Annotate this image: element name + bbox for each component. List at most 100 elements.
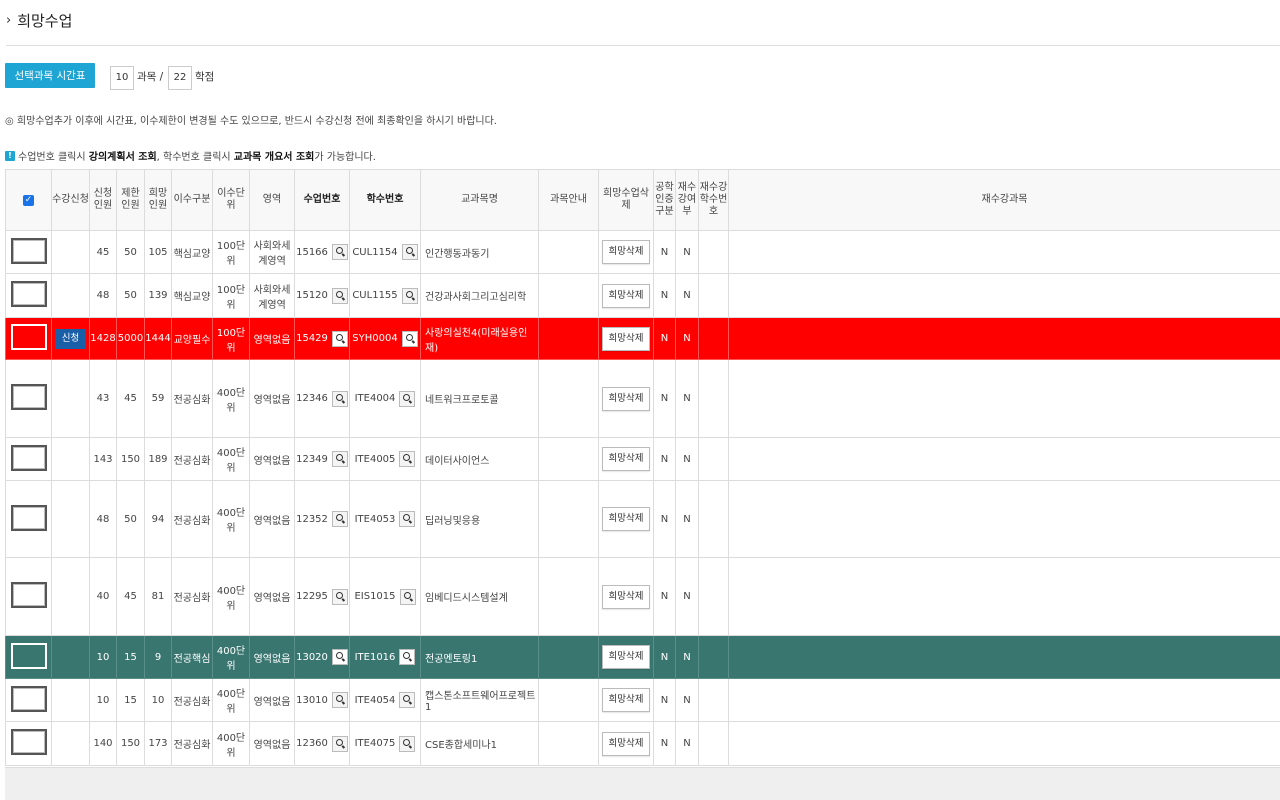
class-no-link[interactable]: 15120 [296,290,328,301]
search-icon[interactable] [401,330,418,347]
wish-delete-button[interactable]: 희망삭제 [601,240,651,264]
search-icon[interactable] [331,330,348,347]
search-icon[interactable] [331,244,348,260]
search-icon[interactable] [399,735,416,752]
header-retake-course: 재수강과목 [728,169,1280,231]
search-icon[interactable] [399,451,416,467]
header-limit: 제한인원 [116,169,145,231]
class-no-cell[interactable]: 12346 [294,359,350,438]
class-no-link[interactable]: 12295 [296,591,328,602]
course-no-link[interactable]: ITE4053 [355,514,396,525]
course-no-cell[interactable]: EIS1015 [349,557,421,636]
course-no-cell[interactable]: CUL1155 [349,273,421,318]
course-no-cell[interactable]: ITE4075 [349,721,421,766]
course-no-link[interactable]: SYH0004 [352,333,397,344]
wish-delete-button[interactable]: 희망삭제 [601,584,651,609]
retake-course-no [698,678,729,722]
course-no-link[interactable]: ITE4054 [355,695,396,706]
row-select-cell[interactable] [5,480,52,558]
search-icon[interactable] [331,511,348,527]
search-icon[interactable] [399,649,416,665]
row-checkbox[interactable] [10,384,47,410]
wish-delete-button[interactable]: 희망삭제 [601,507,651,531]
table-row: 10 15 9 전공핵심 400단위 영역없음 13020 ITE1016 전공멘토링1 희망삭제… [5,635,1280,679]
wish-delete-button[interactable]: 희망삭제 [601,447,651,471]
course-no-link[interactable]: ITE4004 [355,393,396,404]
row-select-cell[interactable] [5,230,52,274]
class-no-cell[interactable]: 12295 [294,557,350,636]
course-no-cell[interactable]: SYH0004 [349,317,421,360]
row-select-cell[interactable] [5,359,52,438]
class-no-cell[interactable]: 12349 [294,437,350,481]
course-no-cell[interactable]: ITE1016 [349,635,421,679]
class-no-link[interactable]: 12346 [296,393,328,404]
class-no-cell[interactable]: 15166 [294,230,350,274]
class-no-link[interactable]: 13020 [296,652,328,663]
wish-delete-button[interactable]: 희망삭제 [601,283,651,308]
class-no-link[interactable]: 12349 [296,454,328,465]
course-no-cell[interactable]: CUL1154 [349,230,421,274]
course-no-cell[interactable]: ITE4053 [349,480,421,558]
select-all-checkbox[interactable]: ✓ [5,169,52,231]
wish-delete-button[interactable]: 희망삭제 [601,688,651,712]
row-checkbox[interactable] [10,729,47,755]
wish-delete-button[interactable]: 희망삭제 [601,326,651,351]
class-no-link[interactable]: 15429 [296,333,328,344]
row-checkbox[interactable] [10,685,47,712]
timetable-button[interactable]: 선택과목 시간표보기 [5,63,95,107]
search-icon[interactable] [401,287,418,304]
wish-delete-cell: 희망삭제 [598,635,654,679]
course-no-cell[interactable]: ITE4054 [349,678,421,722]
class-no-cell[interactable]: 13020 [294,635,350,679]
row-checkbox[interactable] [10,642,47,669]
wish-delete-cell: 희망삭제 [598,273,654,318]
search-icon[interactable] [331,735,348,752]
row-checkbox[interactable] [10,504,47,531]
class-no-link[interactable]: 12360 [296,738,328,749]
row-select-cell[interactable] [5,437,52,481]
search-icon[interactable] [331,287,348,304]
class-no-cell[interactable]: 15120 [294,273,350,318]
wish-delete-button[interactable]: 희망삭제 [601,386,651,411]
course-no-link[interactable]: ITE4075 [355,738,396,749]
class-no-cell[interactable]: 13010 [294,678,350,722]
course-unit: 400단위 [212,721,250,766]
course-no-link[interactable]: ITE4005 [355,454,396,465]
search-icon[interactable] [331,390,348,407]
course-no-link[interactable]: CUL1154 [352,247,397,258]
class-no-link[interactable]: 15166 [296,247,328,258]
row-checkbox[interactable] [10,444,47,471]
row-select-cell[interactable] [5,317,52,360]
row-select-cell[interactable] [5,557,52,636]
row-checkbox[interactable] [10,582,47,608]
apply-button[interactable]: 신청 [54,328,87,349]
search-icon[interactable] [399,390,416,407]
row-checkbox[interactable] [10,324,47,350]
row-select-cell[interactable] [5,635,52,679]
search-icon[interactable] [331,588,348,605]
search-icon[interactable] [331,692,348,708]
course-no-link[interactable]: ITE1016 [355,652,396,663]
class-no-cell[interactable]: 15429 [294,317,350,360]
class-no-link[interactable]: 13010 [296,695,328,706]
course-no-cell[interactable]: ITE4004 [349,359,421,438]
row-select-cell[interactable] [5,273,52,318]
row-checkbox[interactable] [10,237,47,264]
course-no-link[interactable]: EIS1015 [354,591,395,602]
search-icon[interactable] [331,649,348,665]
row-select-cell[interactable] [5,678,52,722]
search-icon[interactable] [399,511,416,527]
search-icon[interactable] [331,451,348,467]
row-checkbox[interactable] [10,281,47,307]
class-no-cell[interactable]: 12352 [294,480,350,558]
search-icon[interactable] [399,588,416,605]
course-no-link[interactable]: CUL1155 [352,290,397,301]
course-no-cell[interactable]: ITE4005 [349,437,421,481]
wish-delete-button[interactable]: 희망삭제 [601,731,651,756]
search-icon[interactable] [399,692,416,708]
row-select-cell[interactable] [5,721,52,766]
wish-delete-button[interactable]: 희망삭제 [601,645,651,669]
class-no-cell[interactable]: 12360 [294,721,350,766]
class-no-link[interactable]: 12352 [296,514,328,525]
search-icon[interactable] [401,244,418,260]
